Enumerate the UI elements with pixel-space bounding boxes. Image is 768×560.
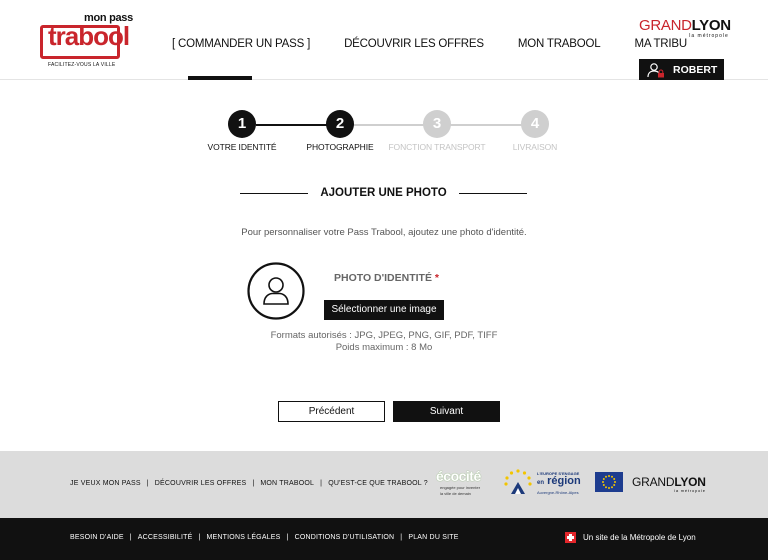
step-1[interactable]: 1 VOTRE IDENTITÉ — [192, 110, 292, 152]
legal-separator: | — [286, 534, 289, 541]
intro-text: Pour personnaliser votre Pass Trabool, a… — [241, 227, 527, 238]
section-heading: AJOUTER UNE PHOTO — [240, 186, 527, 200]
grandlyon-footer-logo[interactable]: GRANDLYON la métropole — [632, 475, 706, 493]
active-nav-indicator — [188, 76, 252, 80]
main-nav: [ COMMANDER UN PASS ] DÉCOUVRIR LES OFFR… — [172, 38, 721, 50]
europe-region-logo[interactable]: L'EUROPE S'ENGAGE en région Auvergne-Rhô… — [502, 468, 586, 498]
ecocite-subtitle-1: engagée pour inventer — [440, 485, 481, 490]
step-1-label: VOTRE IDENTITÉ — [207, 142, 277, 152]
photo-label-text: PHOTO D'IDENTITÉ — [334, 272, 432, 284]
site-header: mon pass trabool FACILITEZ-VOUS LA VILLE… — [0, 0, 768, 80]
grandlyon-logo[interactable]: GRANDLYON la métropole — [639, 17, 731, 39]
step-3-label: FONCTION TRANSPORT — [388, 142, 486, 152]
progress-stepper: 1 VOTRE IDENTITÉ 2 PHOTOGRAPHIE 3 FONCTI… — [0, 110, 768, 160]
eu-stars-icon — [504, 469, 532, 494]
footer-legal: BESOIN D'AIDE | ACCESSIBILITÉ | MENTIONS… — [0, 518, 768, 560]
nav-item-ma-tribu[interactable]: MA TRIBU — [634, 38, 687, 50]
nav-item-offres[interactable]: DÉCOUVRIR LES OFFRES — [344, 38, 484, 50]
grandlyon-footer-metro: la métropole — [674, 488, 706, 493]
legal-link-conditions[interactable]: CONDITIONS D'UTILISATION — [295, 534, 395, 541]
footer-separator: | — [146, 480, 149, 487]
user-name: ROBERT — [673, 63, 718, 76]
footer-link-offres[interactable]: DÉCOUVRIR LES OFFRES — [155, 480, 247, 487]
logo-tagline: FACILITEZ-VOUS LA VILLE — [48, 62, 116, 68]
footer-link-mon-trabool[interactable]: MON TRABOOL — [260, 480, 314, 487]
file-rules: Formats autorisés : JPG, JPEG, PNG, GIF,… — [0, 330, 768, 354]
metropole-credit-text: Un site de la Métropole de Lyon — [583, 533, 696, 542]
footer-nav: JE VEUX MON PASS | DÉCOUVRIR LES OFFRES … — [70, 480, 428, 487]
lyon-cross-icon — [565, 532, 576, 543]
legal-link-aide[interactable]: BESOIN D'AIDE — [70, 534, 124, 541]
step-4: 4 LIVRAISON — [485, 110, 585, 152]
user-lock-icon — [647, 62, 664, 77]
next-button[interactable]: Suivant — [393, 401, 500, 422]
metropole-credit[interactable]: Un site de la Métropole de Lyon — [565, 532, 696, 543]
step-3: 3 FONCTION TRANSPORT — [387, 110, 487, 152]
grandlyon-metro: la métropole — [689, 33, 729, 39]
step-2[interactable]: 2 PHOTOGRAPHIE — [290, 110, 390, 152]
europe-region-word: région — [547, 475, 581, 487]
footer-separator: | — [320, 480, 323, 487]
heading-rule-left — [240, 192, 309, 194]
europe-en: en — [537, 480, 545, 486]
required-mark: * — [434, 272, 439, 284]
avatar-placeholder-icon — [247, 262, 305, 320]
footer-link-about[interactable]: QU'EST-CE QUE TRABOOL ? — [328, 480, 428, 487]
step-4-label: LIVRAISON — [512, 142, 558, 152]
legal-nav: BESOIN D'AIDE | ACCESSIBILITÉ | MENTIONS… — [70, 534, 459, 541]
step-1-number: 1 — [228, 110, 256, 138]
legal-link-mentions[interactable]: MENTIONS LÉGALES — [207, 534, 281, 541]
legal-link-plan[interactable]: PLAN DU SITE — [408, 534, 458, 541]
grandlyon-lyon: LYON — [691, 17, 731, 34]
nav-item-mon-trabool[interactable]: MON TRABOOL — [518, 38, 601, 50]
heading-rule-right — [458, 192, 527, 194]
page-title: AJOUTER UNE PHOTO — [320, 187, 447, 199]
footer-separator: | — [252, 480, 255, 487]
max-size: Poids maximum : 8 Mo — [335, 342, 433, 353]
previous-button[interactable]: Précédent — [278, 401, 385, 422]
eu-flag-icon[interactable] — [595, 472, 623, 492]
legal-separator: | — [400, 534, 403, 541]
ecocite-wordmark: écocité — [436, 468, 481, 484]
legal-separator: | — [129, 534, 132, 541]
step-3-number: 3 — [423, 110, 451, 138]
select-image-button[interactable]: Sélectionner une image — [324, 300, 444, 320]
europe-region: en région — [537, 475, 581, 487]
legal-separator: | — [198, 534, 201, 541]
grandlyon-footer-lyon: LYON — [674, 475, 706, 489]
europe-region-name: Auvergne-Rhône-Alpes — [537, 490, 579, 495]
allowed-formats: Formats autorisés : JPG, JPEG, PNG, GIF,… — [270, 330, 498, 341]
photo-field-label: PHOTO D'IDENTITÉ * — [334, 272, 439, 284]
grandlyon-grand: GRAND — [639, 17, 692, 34]
ecocite-subtitle-2: la ville de demain — [440, 491, 471, 496]
nav-item-commander[interactable]: [ COMMANDER UN PASS ] — [172, 38, 310, 50]
legal-link-accessibilite[interactable]: ACCESSIBILITÉ — [138, 534, 193, 541]
mon-pass-trabool-logo[interactable]: mon pass trabool FACILITEZ-VOUS LA VILLE — [40, 12, 133, 70]
grandlyon-footer-grand: GRAND — [632, 475, 675, 489]
user-account-button[interactable]: ROBERT — [639, 59, 724, 80]
footer-partners: JE VEUX MON PASS | DÉCOUVRIR LES OFFRES … — [0, 451, 768, 518]
step-4-number: 4 — [521, 110, 549, 138]
logo-word: trabool — [48, 21, 130, 51]
step-2-number: 2 — [326, 110, 354, 138]
step-2-label: PHOTOGRAPHIE — [306, 142, 374, 152]
ecocite-logo[interactable]: écocité engagée pour inventer la ville d… — [436, 468, 491, 498]
footer-link-pass[interactable]: JE VEUX MON PASS — [70, 480, 141, 487]
